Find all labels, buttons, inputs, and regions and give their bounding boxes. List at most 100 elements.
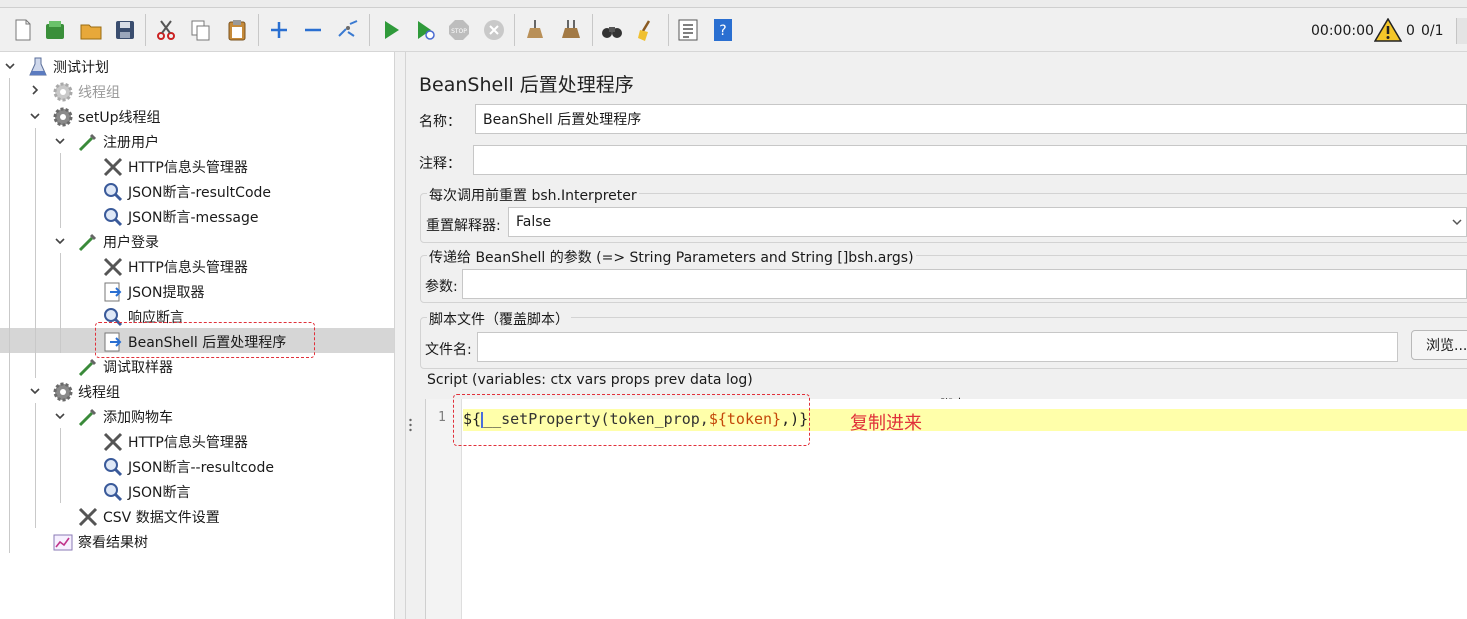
assertion-icon (102, 481, 124, 503)
paste-icon[interactable] (224, 17, 250, 43)
clear-all-icon[interactable] (558, 17, 584, 43)
search-icon[interactable] (599, 17, 625, 43)
tree-node-label: JSON断言 (128, 484, 191, 501)
config-tool-icon (102, 156, 124, 178)
svg-text:STOP: STOP (451, 28, 467, 35)
new-icon[interactable] (10, 17, 36, 43)
tree-node-label: 测试计划 (53, 59, 109, 76)
tree-node-label: HTTP信息头管理器 (128, 159, 248, 176)
help-icon[interactable]: ? (710, 17, 736, 43)
toolbar-scroll-edge (1456, 18, 1467, 44)
stop-icon[interactable]: STOP (446, 17, 472, 43)
tree-node-label: 用户登录 (103, 234, 159, 251)
browse-button[interactable]: 浏览... (1411, 330, 1467, 360)
chevron-down-icon (1452, 219, 1462, 226)
comment-label: 注释： (419, 156, 461, 172)
reset-group-title: 每次调用前重置 bsh.Interpreter (427, 185, 639, 205)
config-tool-icon (102, 256, 124, 278)
name-label: 名称： (419, 114, 461, 130)
expand-icon[interactable] (266, 17, 292, 43)
annotation-text: 复制进来 (850, 413, 922, 434)
tree-node-json-extractor[interactable]: JSON提取器 (102, 279, 205, 304)
tree-node-label: JSON断言-message (128, 209, 259, 226)
chevron-down-icon[interactable] (29, 385, 41, 397)
tree-node-label: 线程组 (78, 384, 120, 401)
warning-count: 0 (1406, 23, 1415, 39)
svg-text:?: ? (719, 23, 726, 39)
tree-node-json-assertion[interactable]: JSON断言 (102, 479, 191, 504)
chevron-down-icon[interactable] (54, 235, 66, 247)
tree-node-label: 注册用户 (103, 134, 159, 151)
tree-node-user-login[interactable]: 用户登录 (77, 229, 159, 254)
tree-node-setup-thread-group[interactable]: setUp线程组 (52, 104, 161, 129)
chevron-down-icon[interactable] (54, 410, 66, 422)
tree-node-csv-data-set-config[interactable]: CSV 数据文件设置 (77, 504, 220, 529)
reset-interpreter-select[interactable]: False (508, 207, 1467, 237)
clear-icon[interactable] (522, 17, 548, 43)
menu-bar-clipped (0, 0, 1467, 8)
file-group-title: 脚本文件（覆盖脚本） (427, 309, 571, 329)
highlight-annotation-box (95, 322, 315, 358)
panel-title: BeanShell 后置处理程序 (419, 74, 634, 96)
tree-node-label: setUp线程组 (78, 109, 161, 126)
code-annotation-box (453, 394, 810, 446)
tree-node-http-header-manager[interactable]: HTTP信息头管理器 (102, 154, 248, 179)
tree-node-http-header-manager[interactable]: HTTP信息头管理器 (102, 254, 248, 279)
script-group-title: Script (variables: ctx vars props prev d… (427, 372, 753, 388)
start-icon[interactable] (378, 17, 404, 43)
toggle-icon[interactable] (335, 17, 361, 43)
file-name-field[interactable] (477, 332, 1398, 362)
cut-icon[interactable] (153, 17, 179, 43)
tree-node-label: HTTP信息头管理器 (128, 434, 248, 451)
sampler-icon (77, 231, 99, 253)
function-helper-icon[interactable] (675, 17, 701, 43)
sampler-icon (77, 356, 99, 378)
tree-node-json-assertion-message[interactable]: JSON断言-message (102, 204, 258, 229)
shutdown-icon[interactable] (481, 17, 507, 43)
reset-interpreter-label: 重置解释器: (426, 218, 501, 234)
chevron-down-icon[interactable] (54, 135, 66, 147)
file-name-label: 文件名: (425, 342, 472, 358)
active-threads: 0/1 (1421, 23, 1444, 39)
tree-node-thread-group-disabled[interactable]: 线程组 (52, 79, 120, 104)
tree-node-json-assertion-resultcode[interactable]: JSON断言-resultCode (102, 179, 271, 204)
open-icon[interactable] (78, 17, 104, 43)
assertion-icon (102, 456, 124, 478)
tree-node-label: 察看结果树 (78, 534, 148, 551)
tree-node-register-user[interactable]: 注册用户 (77, 129, 159, 154)
test-plan-icon (27, 56, 49, 78)
tree-node-add-to-cart[interactable]: 添加购物车 (77, 404, 173, 429)
chevron-down-icon[interactable] (29, 110, 41, 122)
tree-node-json-assertion-resultcode-2[interactable]: JSON断言--resultcode (102, 454, 274, 479)
tree-node-http-header-manager[interactable]: HTTP信息头管理器 (102, 429, 248, 454)
parameters-field[interactable] (462, 269, 1467, 299)
name-field[interactable]: BeanShell 后置处理程序 (475, 104, 1467, 134)
tree-node-label: JSON断言--resultcode (128, 459, 274, 476)
chevron-down-icon[interactable] (4, 60, 16, 72)
tree-node-thread-group[interactable]: 线程组 (52, 379, 120, 404)
tree-node-label: 调试取样器 (103, 359, 173, 376)
assertion-icon (102, 181, 124, 203)
tree-node-view-results-tree[interactable]: 察看结果树 (52, 529, 148, 554)
split-pane-divider[interactable] (394, 52, 406, 619)
elapsed-timer: 00:00:00 (1311, 23, 1374, 39)
reset-search-icon[interactable] (634, 17, 660, 43)
tree-node-label: HTTP信息头管理器 (128, 259, 248, 276)
setup-thread-group-icon (52, 106, 74, 128)
tree-node-label: JSON提取器 (128, 284, 205, 301)
tree-node-label: CSV 数据文件设置 (103, 509, 220, 526)
tree-node-test-plan[interactable]: 测试计划 (27, 54, 109, 79)
toolbar: STOP ? 00:00:00 0 0/1 (0, 0, 1467, 52)
collapse-icon[interactable] (300, 17, 326, 43)
parameters-label: 参数: (425, 279, 458, 295)
chevron-right-icon[interactable] (29, 84, 41, 96)
resize-handle-icon[interactable] (408, 418, 413, 432)
templates-icon[interactable] (42, 17, 68, 43)
comment-field[interactable] (473, 145, 1467, 175)
warning-icon[interactable] (1373, 17, 1403, 42)
copy-icon[interactable] (188, 17, 214, 43)
start-no-pause-icon[interactable] (412, 17, 438, 43)
save-icon[interactable] (112, 17, 138, 43)
config-tool-icon (102, 431, 124, 453)
browse-button-label: 浏览... (1426, 338, 1467, 354)
